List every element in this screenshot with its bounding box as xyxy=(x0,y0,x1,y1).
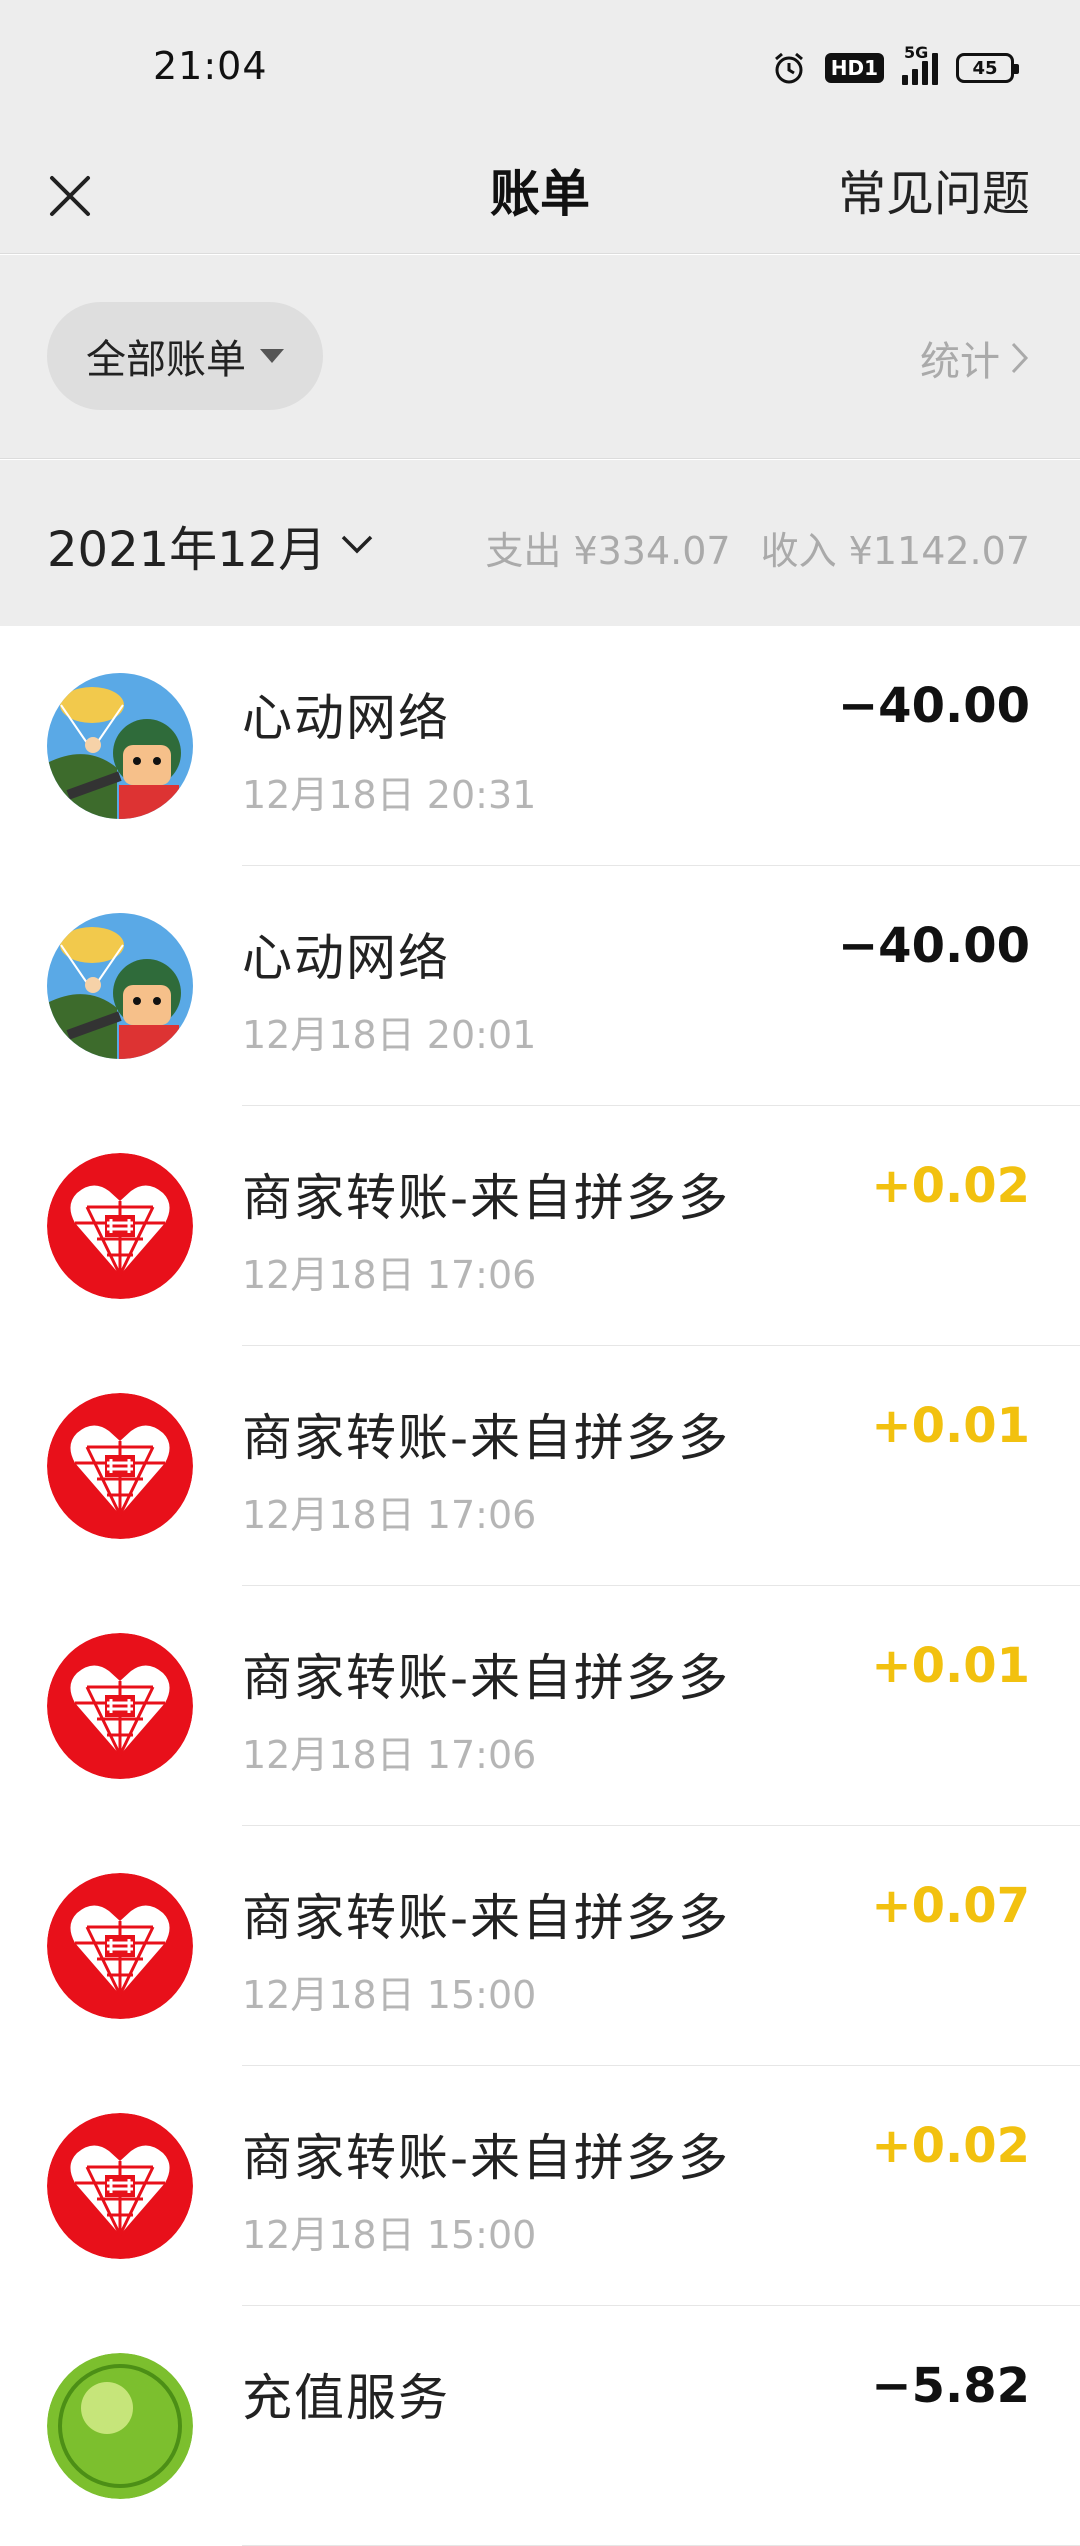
transaction-time: 12月18日 17:06 xyxy=(242,1253,537,1297)
transaction-amount: +0.02 xyxy=(871,2118,1030,2174)
transaction-time: 12月18日 15:00 xyxy=(242,2213,537,2257)
faq-link[interactable]: 常见问题 xyxy=(838,154,1030,224)
stats-label: 统计 xyxy=(920,339,1000,385)
caret-down-icon xyxy=(260,349,284,363)
transaction-amount: +0.02 xyxy=(871,1158,1030,1214)
pdd-avatar xyxy=(47,2113,193,2259)
recharge-avatar xyxy=(47,2353,193,2499)
transaction-name: 商家转账-来自拼多多 xyxy=(242,1409,731,1467)
stats-link[interactable]: 统计 xyxy=(920,329,1030,387)
transaction-amount: −40.00 xyxy=(837,678,1030,734)
transaction-time: 12月18日 17:06 xyxy=(242,1493,537,1537)
transaction-row[interactable]: 心动网络 12月18日 20:31 −40.00 xyxy=(0,626,1080,866)
transaction-time: 12月18日 20:01 xyxy=(242,1013,537,1057)
battery-icon: 45 xyxy=(956,53,1019,83)
transaction-amount: −5.82 xyxy=(871,2358,1030,2414)
transaction-name: 商家转账-来自拼多多 xyxy=(242,2129,731,2187)
transaction-time: 12月18日 15:00 xyxy=(242,1973,537,2017)
battery-level: 45 xyxy=(972,57,998,79)
signal-icon: 5G xyxy=(902,43,938,85)
status-icons: HD1 5G 45 xyxy=(771,43,1019,88)
transaction-row[interactable]: 商家转账-来自拼多多 12月18日 17:06 +0.01 xyxy=(0,1346,1080,1586)
transaction-name: 心动网络 xyxy=(242,689,450,747)
all-bills-label: 全部账单 xyxy=(86,337,246,383)
nav-bar: 账单 常见问题 xyxy=(0,136,1080,254)
chevron-right-icon xyxy=(1011,342,1029,374)
pdd-avatar xyxy=(47,1153,193,1299)
status-time: 21:04 xyxy=(153,44,268,88)
expense-total: 支出 ¥334.07 xyxy=(485,529,731,573)
transaction-amount: −40.00 xyxy=(837,918,1030,974)
transaction-row[interactable]: 心动网络 12月18日 20:01 −40.00 xyxy=(0,866,1080,1106)
status-bar: 21:04 HD1 5G 45 xyxy=(0,0,1080,136)
pdd-avatar xyxy=(47,1873,193,2019)
transaction-name: 心动网络 xyxy=(242,929,450,987)
month-selector[interactable]: 2021年12月 xyxy=(47,510,374,580)
transaction-row[interactable]: 商家转账-来自拼多多 12月18日 17:06 +0.01 xyxy=(0,1586,1080,1826)
pdd-avatar xyxy=(47,1633,193,1779)
transaction-name: 商家转账-来自拼多多 xyxy=(242,1649,731,1707)
transaction-name: 商家转账-来自拼多多 xyxy=(242,1169,731,1227)
month-label: 2021年12月 xyxy=(47,522,327,578)
hd-voice-icon: HD1 xyxy=(824,53,884,83)
transaction-time: 12月18日 17:06 xyxy=(242,1733,537,1777)
transaction-name: 商家转账-来自拼多多 xyxy=(242,1889,731,1947)
transaction-row[interactable]: 商家转账-来自拼多多 12月18日 17:06 +0.02 xyxy=(0,1106,1080,1346)
month-header: 2021年12月 支出 ¥334.07 收入 ¥1142.07 xyxy=(0,460,1080,626)
transaction-row[interactable]: 商家转账-来自拼多多 12月18日 15:00 +0.02 xyxy=(0,2066,1080,2306)
filter-bar: 全部账单 统计 xyxy=(0,255,1080,459)
transaction-list: 心动网络 12月18日 20:31 −40.00 心动网络 12月18日 20:01 −… xyxy=(0,626,1080,2546)
transaction-amount: +0.07 xyxy=(871,1878,1030,1934)
transaction-row[interactable]: 商家转账-来自拼多多 12月18日 15:00 +0.07 xyxy=(0,1826,1080,2066)
game-avatar xyxy=(47,673,193,819)
transaction-time: 12月18日 20:31 xyxy=(242,773,537,817)
all-bills-filter-button[interactable]: 全部账单 xyxy=(47,302,323,410)
month-summary: 支出 ¥334.07 收入 ¥1142.07 xyxy=(485,520,1030,575)
pdd-avatar xyxy=(47,1393,193,1539)
transaction-name: 充值服务 xyxy=(242,2369,450,2427)
income-total: 收入 ¥1142.07 xyxy=(760,529,1030,573)
alarm-icon xyxy=(771,50,807,86)
transaction-amount: +0.01 xyxy=(871,1398,1030,1454)
game-avatar xyxy=(47,913,193,1059)
transaction-amount: +0.01 xyxy=(871,1638,1030,1694)
chevron-down-icon xyxy=(342,535,373,554)
transaction-row[interactable]: 充值服务 −5.82 xyxy=(0,2306,1080,2546)
network-type-label: 5G xyxy=(904,43,929,62)
